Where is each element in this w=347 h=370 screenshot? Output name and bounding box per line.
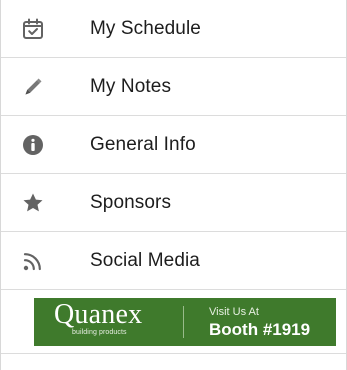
menu-item-my-notes[interactable]: My Notes [1, 58, 346, 116]
banner-booth-text: Booth #1919 [209, 320, 311, 339]
menu-item-label: Sponsors [90, 191, 172, 213]
menu-item-general-info[interactable]: General Info [1, 116, 346, 174]
sponsor-logo: Quanex building products [54, 300, 158, 344]
sponsor-banner[interactable]: Quanex building products Visit Us At Boo… [34, 298, 336, 346]
info-circle-icon [21, 133, 45, 157]
rss-feed-icon [21, 249, 45, 273]
sponsor-tagline: building products [72, 329, 127, 336]
calendar-check-icon [21, 17, 45, 41]
menu-item-social-media[interactable]: Social Media [1, 232, 346, 290]
pencil-icon [21, 75, 45, 99]
banner-divider [183, 306, 184, 338]
menu-item-label: My Schedule [90, 17, 201, 39]
banner-visit-text: Visit Us At [209, 306, 259, 318]
app-screen: My Schedule My Notes General Info Sponso… [0, 0, 347, 370]
navigation-menu: My Schedule My Notes General Info Sponso… [1, 0, 346, 290]
menu-item-label: My Notes [90, 75, 172, 97]
menu-item-label: General Info [90, 133, 196, 155]
sponsor-brand-name: Quanex [54, 299, 143, 330]
menu-item-my-schedule[interactable]: My Schedule [1, 0, 346, 58]
star-icon [21, 191, 45, 215]
sponsor-banner-row: Quanex building products Visit Us At Boo… [1, 290, 346, 354]
menu-item-sponsors[interactable]: Sponsors [1, 174, 346, 232]
menu-item-label: Social Media [90, 249, 200, 271]
